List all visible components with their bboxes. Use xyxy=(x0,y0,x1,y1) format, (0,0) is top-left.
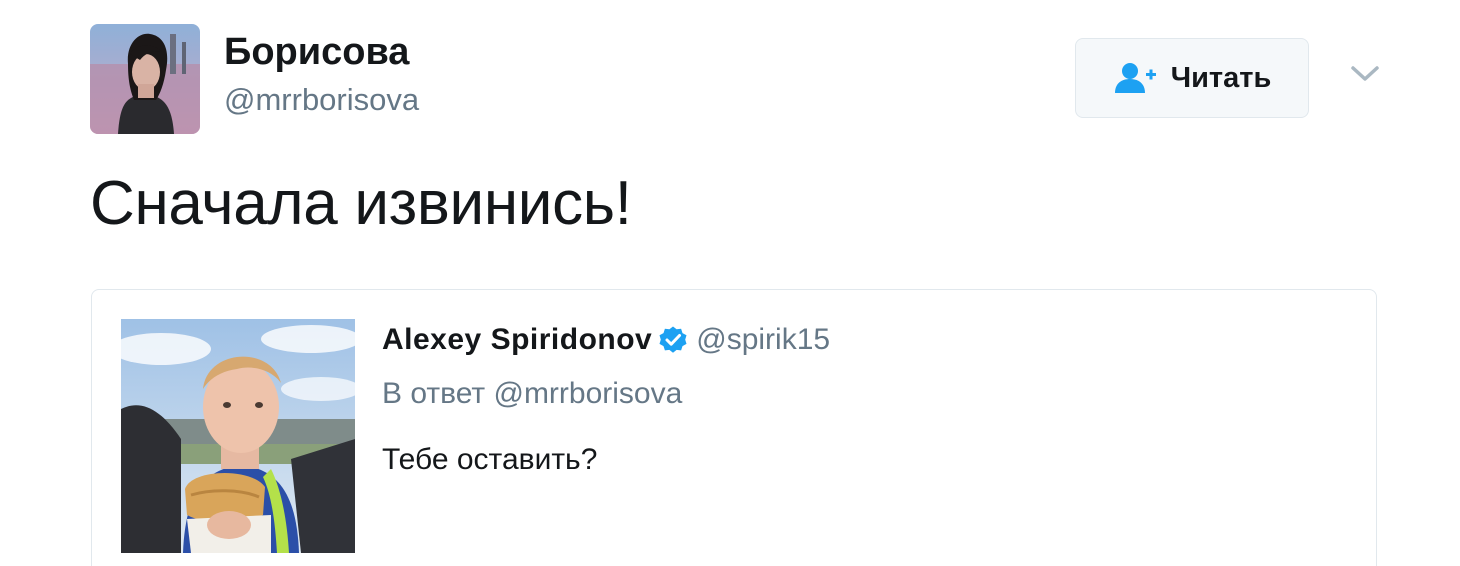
author-handle[interactable]: @mrrborisova xyxy=(224,80,419,120)
quoted-tweet-card[interactable]: Alexey Spiridonov @spirik15 В ответ @mrr… xyxy=(91,289,1377,566)
chevron-down-icon[interactable] xyxy=(1348,60,1382,88)
reply-prefix: В ответ xyxy=(382,377,486,410)
author-avatar[interactable] xyxy=(90,24,200,134)
quoted-tweet-photo xyxy=(121,319,355,553)
quoted-tweet-header: Alexey Spiridonov @spirik15 xyxy=(382,320,830,360)
reply-context: В ответ @mrrborisova xyxy=(382,374,682,414)
quoted-author-name[interactable]: Alexey Spiridonov xyxy=(382,323,652,357)
follow-button-label: Читать xyxy=(1170,61,1272,94)
follow-button[interactable]: Читать xyxy=(1075,38,1309,118)
quoted-tweet-text: Тебе оставить? xyxy=(382,443,598,476)
author-name[interactable]: Борисова xyxy=(224,30,409,74)
verified-badge-icon xyxy=(659,326,687,353)
reply-handle-link[interactable]: @mrrborisova xyxy=(493,377,682,410)
tweet: Борисова @mrrborisova Читать Сначала изв… xyxy=(0,0,1460,566)
author-avatar-image xyxy=(90,24,200,134)
quoted-author-handle[interactable]: @spirik15 xyxy=(696,323,830,357)
tweet-text: Сначала извинись! xyxy=(90,169,632,238)
add-user-icon xyxy=(1114,63,1156,93)
quoted-tweet-photo-image xyxy=(121,319,355,553)
